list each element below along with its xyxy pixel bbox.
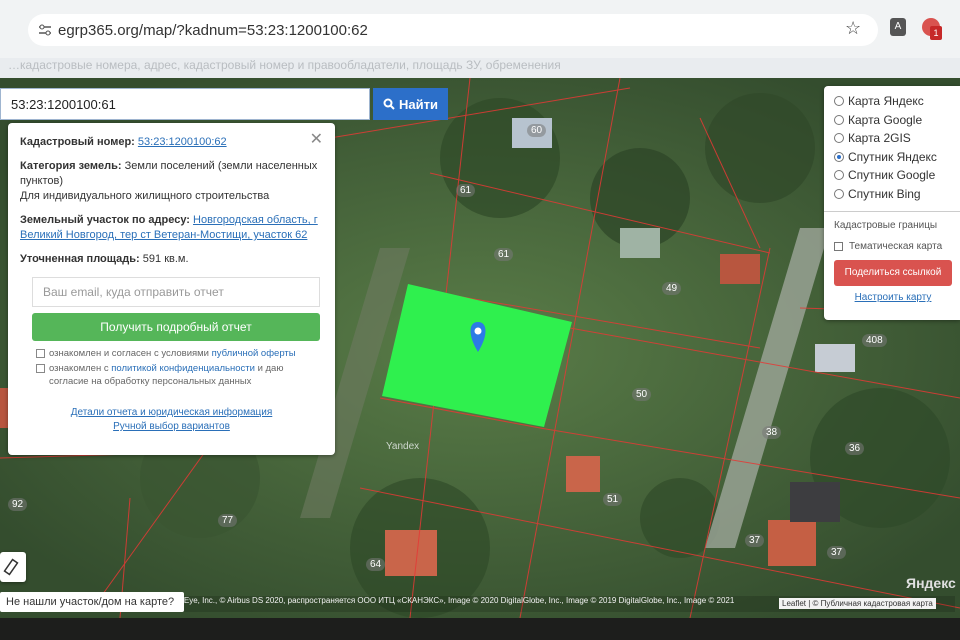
ruler-button[interactable] bbox=[0, 552, 26, 582]
radio-button[interactable] bbox=[834, 188, 844, 199]
plot-number-label: 49 bbox=[662, 282, 682, 295]
screen-bezel bbox=[0, 618, 960, 640]
site-settings-icon[interactable] bbox=[38, 23, 52, 37]
thematic-map-label: Тематическая карта bbox=[849, 241, 943, 252]
plot-number-label: 37 bbox=[827, 546, 847, 559]
map-layers-panel: Карта Яндекс Карта Google Карта 2GIS Спу… bbox=[824, 86, 960, 320]
plot-number-label: 36 bbox=[845, 442, 865, 455]
plot-number-label: 61 bbox=[494, 248, 514, 261]
layer-option-label: Спутник Bing bbox=[848, 186, 921, 201]
not-found-button[interactable]: Не нашли участок/дом на карте? bbox=[0, 592, 184, 612]
browser-chrome: egrp365.org/map/?kadnum=53:23:1200100:62… bbox=[0, 0, 960, 58]
checkbox-box[interactable] bbox=[36, 349, 45, 358]
thematic-map-checkbox[interactable]: Тематическая карта bbox=[834, 241, 960, 252]
checkbox-box[interactable] bbox=[36, 364, 45, 373]
extension-icon[interactable]: A bbox=[890, 18, 906, 36]
plot-number-label: 64 bbox=[366, 558, 386, 571]
plot-number-label: 61 bbox=[456, 184, 476, 197]
cadastral-search-input[interactable] bbox=[0, 88, 370, 120]
layer-option-2gis-map[interactable]: Карта 2GIS bbox=[834, 129, 960, 148]
checkbox-box[interactable] bbox=[834, 242, 843, 251]
cadastral-borders-label[interactable]: Кадастровые границы bbox=[834, 220, 960, 231]
plot-number-label: 37 bbox=[745, 534, 765, 547]
plot-info-panel: ✕ Кадастровый номер: 53:23:1200100:62 Ка… bbox=[8, 123, 335, 455]
land-category-label: Категория земель: bbox=[20, 160, 122, 172]
plot-number-label: 38 bbox=[762, 426, 782, 439]
consent-offer-text: ознакомлен и согласен с условиями bbox=[49, 348, 209, 359]
privacy-consent-checkbox[interactable]: ознакомлен с политикой конфиденциальност… bbox=[36, 362, 323, 388]
close-icon[interactable]: ✕ bbox=[310, 129, 323, 149]
get-report-button[interactable]: Получить подробный отчет bbox=[32, 313, 320, 341]
plot-number-label: 408 bbox=[862, 334, 887, 347]
radio-button[interactable] bbox=[834, 96, 844, 107]
public-offer-link[interactable]: публичной оферты bbox=[212, 348, 296, 359]
layer-option-yandex-satellite[interactable]: Спутник Яндекс bbox=[834, 148, 960, 167]
cadastral-number-label: Кадастровый номер: bbox=[20, 136, 135, 148]
layer-option-label: Карта Яндекс bbox=[848, 94, 924, 109]
search-icon bbox=[383, 98, 395, 110]
privacy-policy-link[interactable]: политикой конфиденциальности bbox=[111, 363, 255, 374]
leaflet-attribution[interactable]: Leaflet | © Публичная кадастровая карта bbox=[779, 598, 936, 609]
share-link-button[interactable]: Поделиться ссылкой bbox=[834, 260, 952, 286]
layer-option-yandex-map[interactable]: Карта Яндекс bbox=[834, 92, 960, 111]
layer-option-label: Карта Google bbox=[848, 112, 923, 127]
layer-option-bing-satellite[interactable]: Спутник Bing bbox=[834, 185, 960, 204]
yandex-logo: Яндекс bbox=[906, 575, 956, 591]
layer-option-label: Спутник Яндекс bbox=[848, 149, 937, 164]
email-field[interactable]: Ваш email, куда отправить отчет bbox=[32, 277, 320, 307]
radio-button[interactable] bbox=[834, 133, 844, 144]
configure-map-link[interactable]: Настроить карту bbox=[834, 292, 952, 303]
layer-option-label: Карта 2GIS bbox=[848, 131, 911, 146]
report-details-link[interactable]: Детали отчета и юридическая информация bbox=[20, 406, 323, 420]
divider bbox=[824, 211, 960, 212]
bookmark-star-icon[interactable]: ☆ bbox=[845, 18, 861, 39]
radio-button[interactable] bbox=[834, 114, 844, 125]
map-watermark: Yandex bbox=[386, 441, 420, 452]
layer-option-google-satellite[interactable]: Спутник Google bbox=[834, 166, 960, 185]
search-button[interactable]: Найти bbox=[373, 88, 448, 120]
radio-button-selected[interactable] bbox=[834, 151, 844, 162]
plot-number-label: 92 bbox=[8, 498, 28, 511]
plot-number-label: 51 bbox=[603, 493, 623, 506]
address-label: Земельный участок по адресу: bbox=[20, 214, 190, 226]
plot-number-label: 77 bbox=[218, 514, 238, 527]
ruler-icon bbox=[3, 558, 19, 576]
layer-option-google-map[interactable]: Карта Google bbox=[834, 111, 960, 130]
offer-consent-checkbox[interactable]: ознакомлен и согласен с условиями публич… bbox=[36, 347, 323, 360]
cadastral-number-link[interactable]: 53:23:1200100:62 bbox=[138, 136, 227, 148]
url-text: egrp365.org/map/?kadnum=53:23:1200100:62 bbox=[58, 21, 368, 39]
radio-button[interactable] bbox=[834, 170, 844, 181]
land-use-value: Для индивидуального жилищного строительс… bbox=[20, 190, 270, 202]
page-header-text: …кадастровые номера, адрес, кадастровый … bbox=[0, 58, 960, 78]
consent-privacy-text: ознакомлен с bbox=[49, 363, 109, 374]
notification-badge: 1 bbox=[930, 26, 942, 40]
area-label: Уточненная площадь: bbox=[20, 253, 140, 265]
address-bar[interactable]: egrp365.org/map/?kadnum=53:23:1200100:62 bbox=[28, 14, 878, 46]
area-value: 591 кв.м. bbox=[142, 253, 189, 265]
plot-number-label: 60 bbox=[527, 124, 547, 137]
manual-selection-link[interactable]: Ручной выбор вариантов bbox=[20, 420, 323, 434]
search-button-label: Найти bbox=[399, 96, 438, 112]
layer-option-label: Спутник Google bbox=[848, 168, 936, 183]
plot-number-label: 50 bbox=[632, 388, 652, 401]
